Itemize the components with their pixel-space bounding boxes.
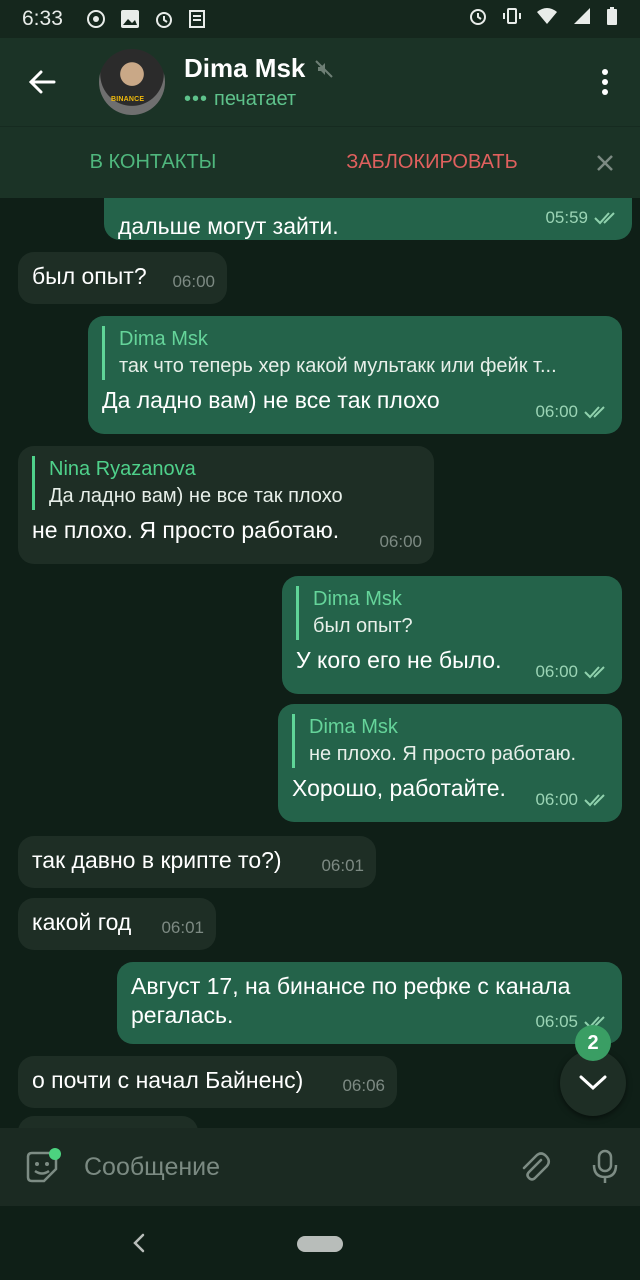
avatar[interactable]: BINANCE (99, 49, 165, 115)
message-time: 06:00 (172, 272, 215, 291)
nav-back-icon (133, 1233, 145, 1253)
message-meta: 06:00 (535, 785, 610, 814)
typing-dots: ••• (184, 88, 209, 110)
message-text: Да ладно вам) не все так плохо (102, 387, 440, 413)
reply-preview[interactable]: Nina Ryazanova Да ладно вам) не все так … (32, 456, 420, 510)
reply-author: Dima Msk (313, 588, 402, 610)
contact-name-text: Dima Msk (184, 53, 306, 83)
chevron-down-icon (579, 1075, 607, 1091)
double-check-icon (594, 211, 615, 224)
message-meta: 06:01 (161, 913, 204, 942)
system-back-button[interactable] (126, 1228, 152, 1258)
action-bar: В КОНТАКТЫ ЗАБЛОКИРОВАТЬ (0, 126, 640, 198)
double-check-icon (584, 793, 605, 806)
reply-author: Dima Msk (309, 716, 398, 738)
reply-preview[interactable]: Dima Msk так что теперь хер какой мульта… (102, 326, 608, 380)
message-time: 06:01 (161, 918, 204, 937)
alarm-icon (153, 8, 175, 30)
message-time: 05:59 (545, 208, 588, 227)
sticker-button[interactable] (0, 1128, 84, 1206)
battery-icon (606, 6, 618, 32)
attach-icon (522, 1152, 550, 1181)
system-nav-bar (0, 1206, 640, 1280)
message-bubble[interactable]: так давно в крипте то?) 06:01 (18, 836, 376, 888)
message-bubble[interactable]: Nina Ryazanova Да ладно вам) не все так … (18, 446, 434, 564)
contact-info[interactable]: Dima Msk ••• печатает (184, 53, 334, 111)
message-meta: 05:59 (545, 203, 620, 232)
composer (0, 1128, 640, 1206)
message-bubble[interactable]: Август 17, на бинансе по рефке с канала … (117, 962, 622, 1044)
double-check-icon (584, 665, 605, 678)
block-button[interactable]: ЗАБЛОКИРОВАТЬ (306, 151, 558, 174)
back-arrow-icon (28, 70, 56, 94)
message-bubble-partial[interactable] (18, 1116, 198, 1128)
chat-header: BINANCE Dima Msk ••• печатает (0, 38, 640, 126)
add-contact-button[interactable]: В КОНТАКТЫ (0, 151, 306, 174)
message-time: 06:01 (321, 856, 364, 875)
message-meta: 06:00 (535, 657, 610, 686)
message-text: так давно в крипте то?) (32, 847, 282, 873)
close-button[interactable] (570, 154, 640, 172)
news-icon (187, 8, 209, 30)
contact-name: Dima Msk (184, 53, 334, 84)
reply-text: Да ладно вам) не все так плохо (49, 485, 343, 507)
message-bubble[interactable]: какой год 06:01 (18, 898, 216, 950)
message-time: 06:00 (535, 402, 578, 421)
reply-text: не плохо. Я просто работаю. (309, 743, 577, 765)
reply-text: так что теперь хер какой мультакк или фе… (119, 355, 557, 377)
message-time: 06:05 (535, 1012, 578, 1031)
message-time: 06:00 (535, 790, 578, 809)
message-bubble[interactable]: был опыт? 06:00 (18, 252, 227, 304)
wifi-icon (536, 6, 558, 32)
reply-preview[interactable]: Dima Msk был опыт? (296, 586, 608, 640)
typing-text: печатает (214, 88, 297, 110)
reply-text: был опыт? (313, 615, 413, 637)
vibrate-icon (502, 6, 522, 32)
mic-button[interactable] (570, 1128, 640, 1206)
message-text: о почти с начал Байненс) (32, 1067, 304, 1093)
reply-author: Dima Msk (119, 328, 208, 350)
reply-author: Nina Ryazanova (49, 458, 196, 480)
message-meta: 06:00 (172, 267, 215, 296)
message-bubble[interactable]: Dima Msk не плохо. Я просто работаю. Хор… (278, 704, 622, 822)
notification-icon (85, 8, 107, 30)
message-input[interactable] (84, 1152, 500, 1182)
status-time: 6:33 (22, 7, 63, 30)
image-icon (119, 8, 141, 30)
message-meta: 06:01 (321, 851, 364, 880)
signal-icon (572, 6, 592, 32)
close-icon (597, 154, 613, 171)
message-time: 06:00 (535, 662, 578, 681)
alarm-status-icon (468, 6, 488, 32)
message-bubble[interactable]: Dima Msk так что теперь хер какой мульта… (88, 316, 622, 434)
mic-icon (592, 1149, 618, 1183)
double-check-icon (584, 405, 605, 418)
status-bar: 6:33 (0, 0, 640, 38)
sticker-notification-dot (49, 1148, 61, 1160)
message-text: дальше могут зайти. (118, 213, 339, 239)
message-meta: 06:00 (535, 397, 610, 426)
avatar-badge: BINANCE (111, 96, 145, 103)
more-button[interactable] (570, 38, 640, 126)
muted-icon (315, 59, 334, 78)
message-bubble[interactable]: Dima Msk был опыт? У кого его не было. 0… (282, 576, 622, 694)
message-list[interactable]: дальше могут зайти. 05:59 был опыт? 06:0… (0, 198, 640, 1128)
message-bubble[interactable]: дальше могут зайти. 05:59 (104, 198, 632, 240)
reply-preview[interactable]: Dima Msk не плохо. Я просто работаю. (292, 714, 608, 768)
system-home-button[interactable] (297, 1236, 343, 1252)
message-meta: 06:00 (379, 527, 422, 556)
typing-status: ••• печатает (184, 88, 333, 111)
back-button[interactable] (0, 38, 84, 126)
attach-button[interactable] (500, 1128, 570, 1206)
message-meta: 06:06 (342, 1071, 385, 1100)
message-bubble[interactable]: о почти с начал Байненс) 06:06 (18, 1056, 397, 1108)
message-text: не плохо. Я просто работаю. (32, 517, 340, 543)
unread-count-badge: 2 (575, 1025, 611, 1061)
message-time: 06:06 (342, 1076, 385, 1095)
more-vert-icon (602, 69, 608, 95)
message-time: 06:00 (379, 532, 422, 551)
